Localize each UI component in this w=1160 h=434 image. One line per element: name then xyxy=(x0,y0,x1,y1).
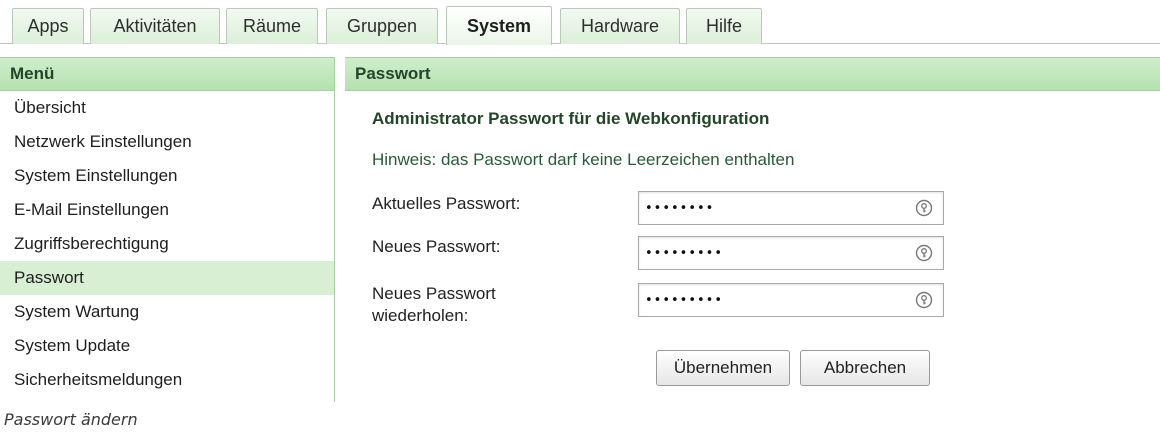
apply-button[interactable]: Übernehmen xyxy=(656,350,790,386)
hint-text: Hinweis: das Passwort darf keine Leerzei… xyxy=(372,150,795,169)
sidebar-item-email-einstellungen[interactable]: E-Mail Einstellungen xyxy=(0,193,334,227)
sidebar-item-zugriffsberechtigung[interactable]: Zugriffsberechtigung xyxy=(0,227,334,261)
column-divider xyxy=(334,57,335,402)
tab-gruppen[interactable]: Gruppen xyxy=(326,8,438,44)
cancel-button[interactable]: Abbrechen xyxy=(800,350,930,386)
current-password-label: Aktuelles Passwort: xyxy=(372,194,521,213)
repeat-password-field xyxy=(638,283,944,317)
tab-raeume[interactable]: Räume xyxy=(226,8,318,44)
sidebar-item-system-wartung[interactable]: System Wartung xyxy=(0,295,334,329)
tab-bar: Apps Aktivitäten Räume Gruppen System Ha… xyxy=(0,0,1160,45)
repeat-password-label: Neues Passwort wiederholen: xyxy=(372,284,496,325)
sidebar-item-uebersicht[interactable]: Übersicht xyxy=(0,91,334,125)
sidebar-item-system-update[interactable]: System Update xyxy=(0,329,334,363)
menu-header: Menü xyxy=(0,57,334,91)
new-password-label: Neues Passwort: xyxy=(372,237,501,256)
current-password-input[interactable] xyxy=(639,192,899,224)
tab-system[interactable]: System xyxy=(446,6,552,45)
sidebar-item-passwort[interactable]: Passwort xyxy=(0,261,334,295)
tab-apps[interactable]: Apps xyxy=(12,8,84,44)
section-title: Administrator Passwort für die Webkonfig… xyxy=(372,109,770,128)
tab-aktivitaeten[interactable]: Aktivitäten xyxy=(90,8,220,44)
sidebar-menu: Übersicht Netzwerk Einstellungen System … xyxy=(0,91,334,401)
figure-caption: Passwort ändern xyxy=(4,410,138,429)
tab-hardware[interactable]: Hardware xyxy=(560,8,680,44)
sidebar-item-sicherheitsmeldungen[interactable]: Sicherheitsmeldungen xyxy=(0,363,334,397)
content-header: Passwort xyxy=(345,57,1160,91)
current-password-field xyxy=(638,191,944,225)
key-icon[interactable] xyxy=(915,291,933,309)
new-password-field xyxy=(638,236,944,270)
sidebar-item-netzwerk-einstellungen[interactable]: Netzwerk Einstellungen xyxy=(0,125,334,159)
tab-hilfe[interactable]: Hilfe xyxy=(686,8,762,44)
sidebar-item-system-einstellungen[interactable]: System Einstellungen xyxy=(0,159,334,193)
key-icon[interactable] xyxy=(915,244,933,262)
repeat-password-input[interactable] xyxy=(639,284,899,316)
new-password-input[interactable] xyxy=(639,237,899,269)
key-icon[interactable] xyxy=(915,199,933,217)
